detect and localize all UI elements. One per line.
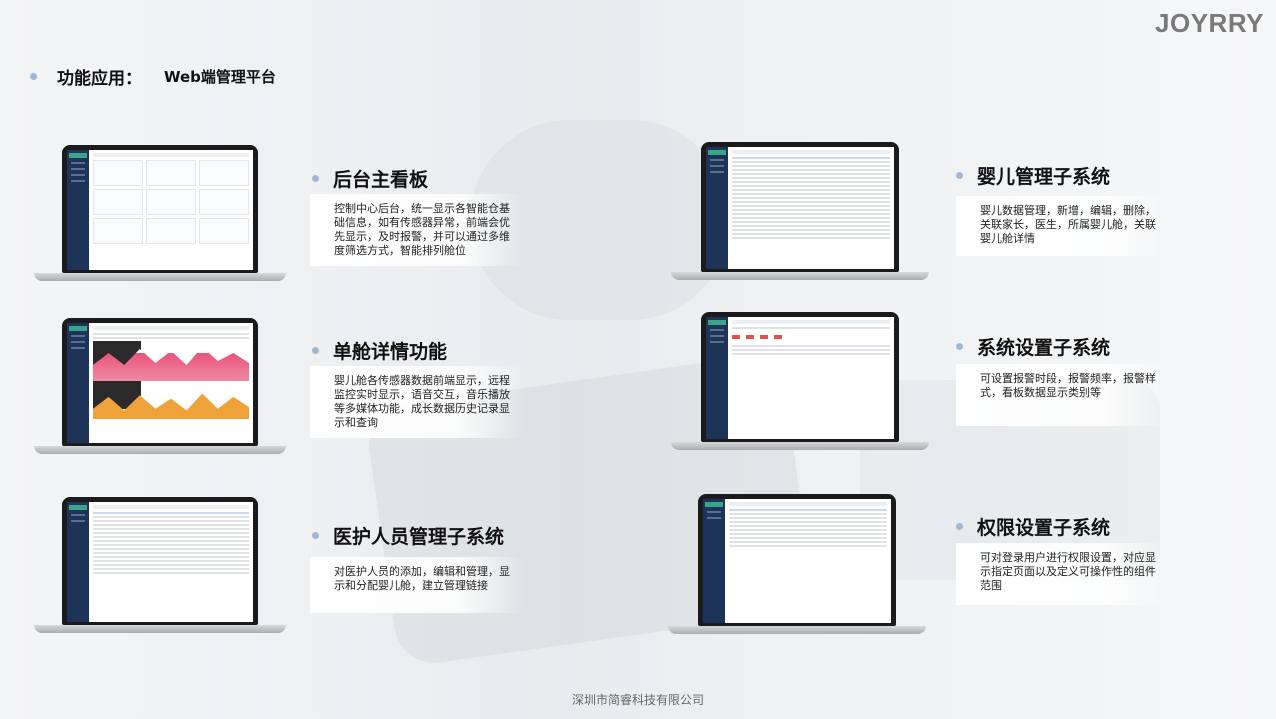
section-desc-dashboard: 控制中心后台，统一显示各智能仓基础信息，如有传感器异常，前端会优先显示，及时报警…: [310, 194, 524, 266]
laptop-detail: [34, 318, 286, 464]
laptop-infant: [671, 142, 929, 290]
bullet-icon: [312, 532, 319, 539]
heading-subtitle: Web端管理平台: [164, 68, 276, 86]
permission-screenshot: [703, 499, 891, 623]
section-desc-infant: 婴儿数据管理，新增，编辑，删除，关联家长，医生，所属婴儿舱，关联婴儿舱详情: [956, 196, 1170, 256]
section-title-detail: 单舱详情功能: [312, 337, 447, 364]
laptop-permission: [668, 494, 926, 644]
bullet-icon: [312, 347, 319, 354]
brand-logo: JOYRRY: [1155, 8, 1264, 38]
company-footer: 深圳市简睿科技有限公司: [571, 693, 704, 707]
laptop-staff: [34, 497, 286, 643]
detail-screenshot: [67, 323, 253, 443]
page-heading: 功能应用： Web端管理平台: [30, 64, 276, 89]
section-desc-settings: 可设置报警时段，报警频率，报警样式，看板数据显示类别等: [956, 364, 1170, 426]
section-desc-permission: 可对登录用户进行权限设置，对应显示指定页面以及定义可操作性的组件范围: [956, 543, 1170, 605]
bullet-icon: [30, 73, 37, 80]
staff-screenshot: [67, 502, 253, 622]
dashboard-screenshot: [67, 150, 253, 270]
laptop-settings: [671, 312, 929, 460]
bullet-icon: [312, 175, 319, 182]
bullet-icon: [956, 172, 963, 179]
heading-label: 功能应用：: [57, 69, 142, 89]
section-desc-detail: 婴儿舱各传感器数据前端显示，远程监控实时显示，语音交互，音乐播放等多媒体功能，成…: [310, 366, 524, 438]
section-title-permission: 权限设置子系统: [956, 513, 1110, 540]
laptop-dashboard: [34, 145, 286, 291]
settings-screenshot: [706, 317, 894, 439]
bullet-icon: [956, 523, 963, 530]
section-title-dashboard: 后台主看板: [312, 165, 428, 192]
section-title-settings: 系统设置子系统: [956, 333, 1110, 360]
bullet-icon: [956, 343, 963, 350]
infant-screenshot: [706, 147, 894, 269]
section-desc-staff: 对医护人员的添加，编辑和管理，显示和分配婴儿舱，建立管理链接: [310, 557, 524, 613]
section-title-infant: 婴儿管理子系统: [956, 162, 1110, 189]
section-title-staff: 医护人员管理子系统: [312, 522, 504, 549]
